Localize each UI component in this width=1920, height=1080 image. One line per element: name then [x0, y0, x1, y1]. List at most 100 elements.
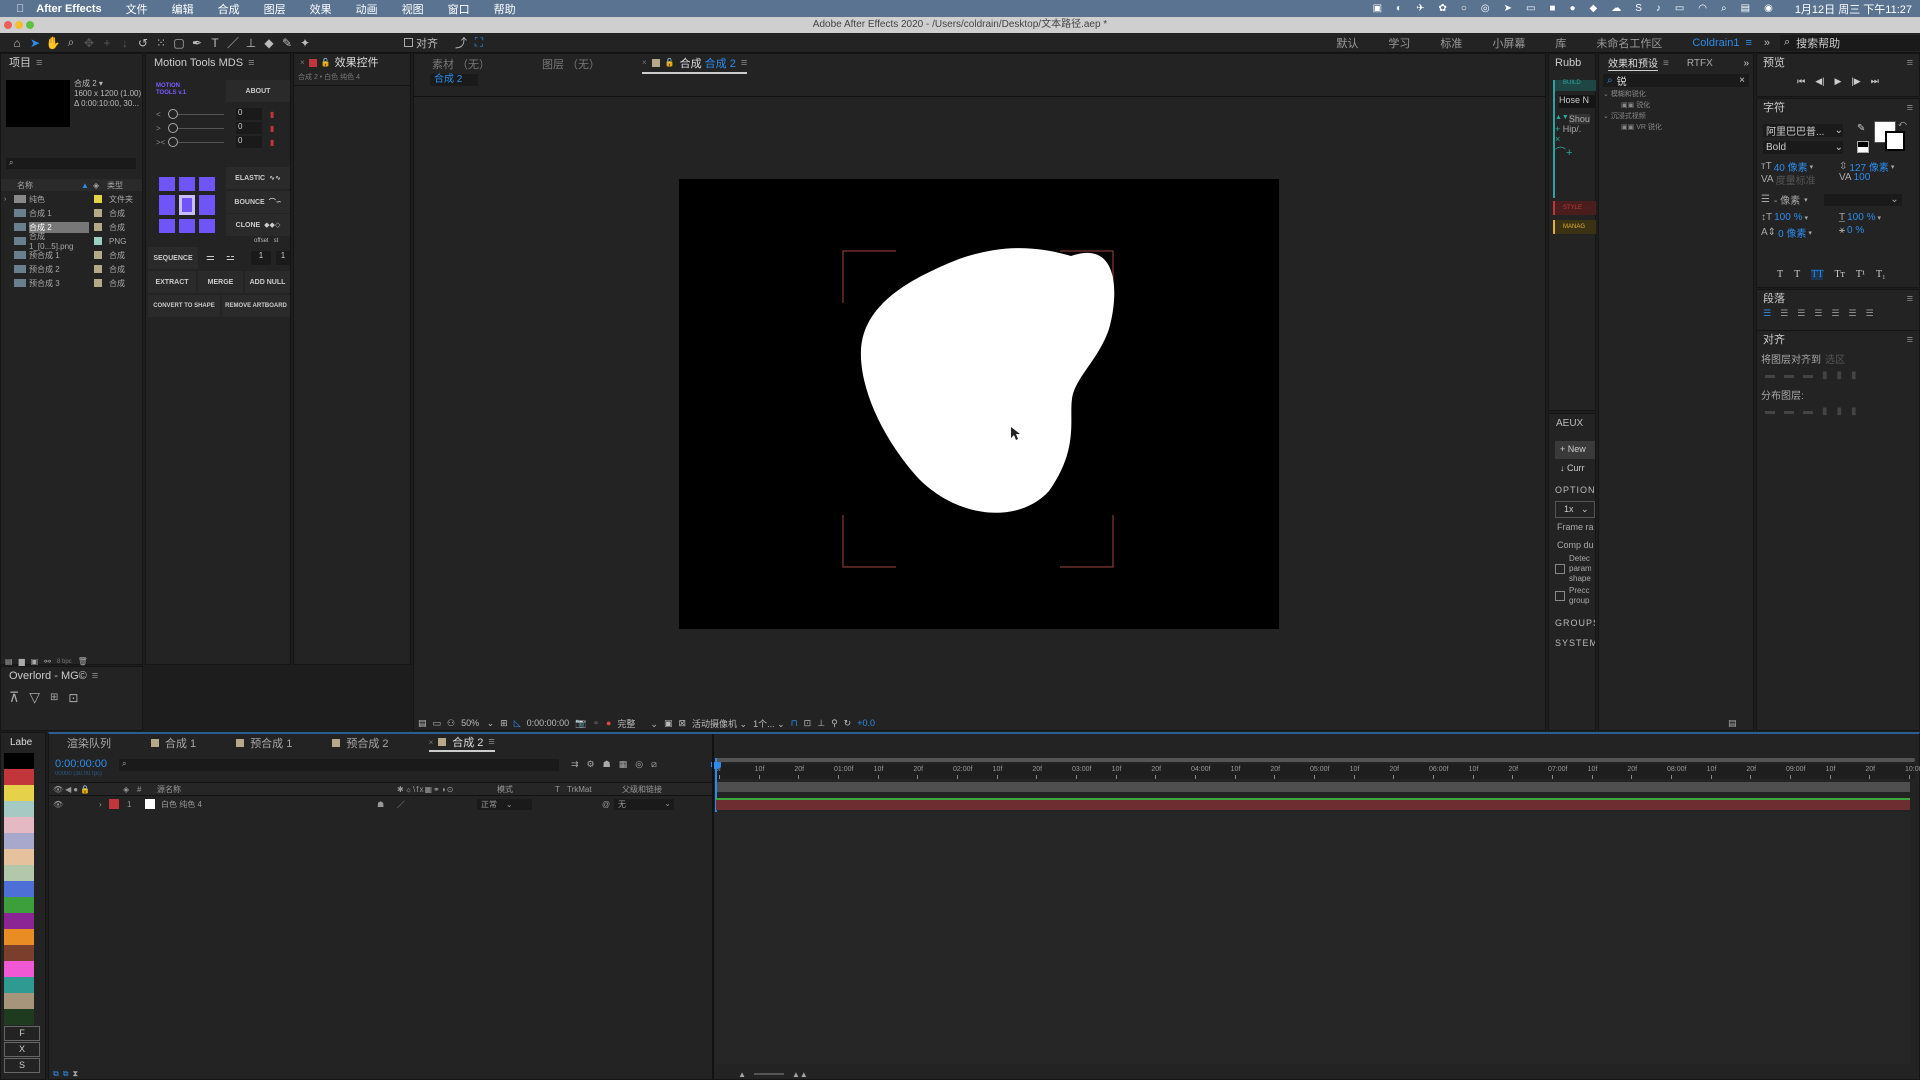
extract-button[interactable]: EXTRACT: [148, 271, 196, 293]
label-color-swatch[interactable]: [4, 977, 34, 993]
toggle-render-time-icon[interactable]: ⧗: [72, 1069, 78, 1079]
snap-options-icon[interactable]: ⤴: [452, 34, 470, 52]
minimize-window-button[interactable]: [15, 21, 23, 29]
motion-tools-slider[interactable]: > 0 ▮: [156, 122, 286, 134]
panel-menu-icon[interactable]: ≡: [248, 54, 254, 72]
remove-x-icon[interactable]: ×: [1555, 134, 1596, 144]
toggle-switches-icon[interactable]: ⧉: [53, 1069, 59, 1079]
sequence-stagger-icon[interactable]: ⚍: [226, 252, 235, 263]
dolly-tool-icon[interactable]: ↓: [116, 34, 134, 52]
label-color-chip[interactable]: [94, 195, 102, 203]
comp-breadcrumb[interactable]: 合成 2: [430, 74, 478, 86]
anchor-grid[interactable]: [159, 177, 215, 233]
new-preset-icon[interactable]: ▤: [1728, 718, 1737, 729]
composition-canvas[interactable]: [679, 179, 1279, 629]
menu-composition[interactable]: 合成: [218, 1, 240, 17]
anchor-top-left[interactable]: [159, 177, 175, 191]
timeline-zoom-slider[interactable]: [753, 1073, 784, 1075]
workspace-learn[interactable]: 学习: [1388, 35, 1410, 51]
menu-effect[interactable]: 效果: [310, 1, 332, 17]
label-color-chip[interactable]: [94, 251, 102, 259]
sequence-forward-icon[interactable]: ⚌: [206, 252, 215, 263]
label-color-swatch[interactable]: [4, 961, 34, 977]
prev-frame-icon[interactable]: ◀|: [1815, 76, 1824, 87]
apple-icon[interactable]: : [16, 3, 24, 15]
project-item[interactable]: 预合成 3 合成: [1, 276, 142, 290]
puppet-pin-icon[interactable]: ✦: [296, 34, 314, 52]
lock-icon[interactable]: 🔓: [321, 54, 331, 72]
label-color-chip[interactable]: [94, 223, 102, 231]
overlord-artboard-icon[interactable]: ⊡: [68, 691, 78, 705]
effect-item[interactable]: ▣▣ 锐化: [1599, 100, 1753, 111]
new-folder-icon[interactable]: ▆: [19, 657, 25, 666]
clock[interactable]: 1月12日 周三 下午11:27: [1795, 1, 1912, 17]
project-item[interactable]: 合成 1 合成: [1, 206, 142, 220]
lock-icon[interactable]: 🔓: [665, 58, 675, 67]
graph-editor-icon[interactable]: ⧄: [651, 759, 657, 770]
eyedropper-icon[interactable]: ✎: [1857, 123, 1865, 134]
push-to-ae-icon[interactable]: ⊼: [9, 689, 19, 706]
default-colors-icon[interactable]: [1857, 141, 1869, 153]
slider-value[interactable]: 0: [236, 108, 262, 120]
toggle-pixel-aspect-icon[interactable]: ⊓: [791, 718, 798, 729]
workspace-untitled[interactable]: 未命名工作区: [1596, 35, 1662, 51]
layer-label-chip[interactable]: [109, 799, 119, 809]
col-mode[interactable]: 模式: [497, 784, 555, 795]
aeux-precomp-groups-checkbox[interactable]: Precc group: [1555, 586, 1595, 606]
vertical-scale-value[interactable]: 100 %: [1774, 212, 1802, 223]
snapshot-icon[interactable]: 📷: [575, 718, 586, 729]
home-icon[interactable]: ⌂: [8, 34, 26, 52]
menu-layer[interactable]: 图层: [264, 1, 286, 17]
timeline-tab[interactable]: × 合成 2 ≡: [428, 734, 495, 752]
stroke-width-value[interactable]: - 像素: [1774, 192, 1800, 207]
sequence-value-b[interactable]: 1: [276, 251, 290, 265]
close-tab-icon[interactable]: ×: [642, 58, 647, 67]
label-action-button-f[interactable]: F: [4, 1026, 40, 1041]
preview-comp-name[interactable]: 合成 2 ▾: [74, 79, 141, 89]
aeux-groups-section[interactable]: GROUPS: [1555, 618, 1595, 628]
clear-search-icon[interactable]: ×: [1739, 75, 1745, 86]
keyframe-icon[interactable]: ▮: [270, 138, 274, 147]
build-header[interactable]: BUILD: [1555, 80, 1596, 91]
label-color-chip[interactable]: [94, 209, 102, 217]
timecode-icon[interactable]: ◺: [514, 718, 521, 729]
hose-curve-icon[interactable]: ⌒+: [1555, 144, 1596, 160]
effects-category[interactable]: ⌄ 模糊和锐化: [1599, 89, 1753, 100]
hip-button[interactable]: + Hip/.: [1555, 124, 1596, 134]
label-color-swatch[interactable]: [4, 785, 34, 801]
panel-menu-icon[interactable]: ≡: [1907, 290, 1913, 308]
time-navigator[interactable]: [715, 758, 1915, 762]
frame-blending-icon[interactable]: ▦: [619, 759, 628, 770]
snap-feature-icon[interactable]: ⛶: [470, 34, 488, 52]
timeline-timecode[interactable]: 0:00:00:00: [55, 758, 107, 770]
eye-visibility-icon[interactable]: 👁: [53, 800, 99, 809]
timeline-tab[interactable]: 预合成 1: [236, 735, 292, 751]
zoom-in-icon[interactable]: ▲▲: [792, 1070, 808, 1079]
timeline-tab[interactable]: 渲染队列: [67, 735, 111, 751]
label-color-swatch[interactable]: [4, 817, 34, 833]
effects-search-input[interactable]: ⌕ 锐 ×: [1603, 74, 1749, 88]
expand-arrow-icon[interactable]: ›: [99, 800, 109, 809]
label-color-swatch[interactable]: [4, 865, 34, 881]
orbit-tool-icon[interactable]: ✥: [80, 34, 98, 52]
workspace-libraries[interactable]: 库: [1555, 35, 1566, 51]
close-tab-icon[interactable]: ×: [300, 54, 305, 72]
font-style-dropdown[interactable]: Bold ⌄: [1763, 141, 1843, 154]
effects-category[interactable]: ⌄ 沉浸式视频: [1599, 111, 1753, 122]
magnification-dropdown[interactable]: 50% ⌄: [461, 718, 494, 729]
snap-checkbox[interactable]: 对齐: [404, 35, 438, 51]
layer-duration-bar[interactable]: [716, 798, 1910, 810]
interpret-footage-icon[interactable]: ▤: [5, 657, 13, 666]
more-tabs-icon[interactable]: »: [1743, 58, 1749, 69]
overlord-shapes-icon[interactable]: ⊞: [50, 692, 58, 703]
justify-left-icon[interactable]: ☰: [1814, 308, 1822, 319]
anchor-tool-icon[interactable]: ⁙: [152, 34, 170, 52]
distribute-buttons[interactable]: ▬▬▬▮▮▮: [1765, 406, 1919, 417]
justify-all-icon[interactable]: ☰: [1865, 308, 1873, 319]
white-blob-shape[interactable]: [860, 248, 1115, 513]
label-color-swatch[interactable]: [4, 1009, 34, 1025]
show-button[interactable]: ▲▼ Shou: [1555, 114, 1596, 124]
zoom-tool-icon[interactable]: ⌕: [62, 34, 80, 52]
align-right-icon[interactable]: ☰: [1797, 308, 1805, 319]
transparency-grid-icon[interactable]: ▣: [664, 718, 673, 729]
